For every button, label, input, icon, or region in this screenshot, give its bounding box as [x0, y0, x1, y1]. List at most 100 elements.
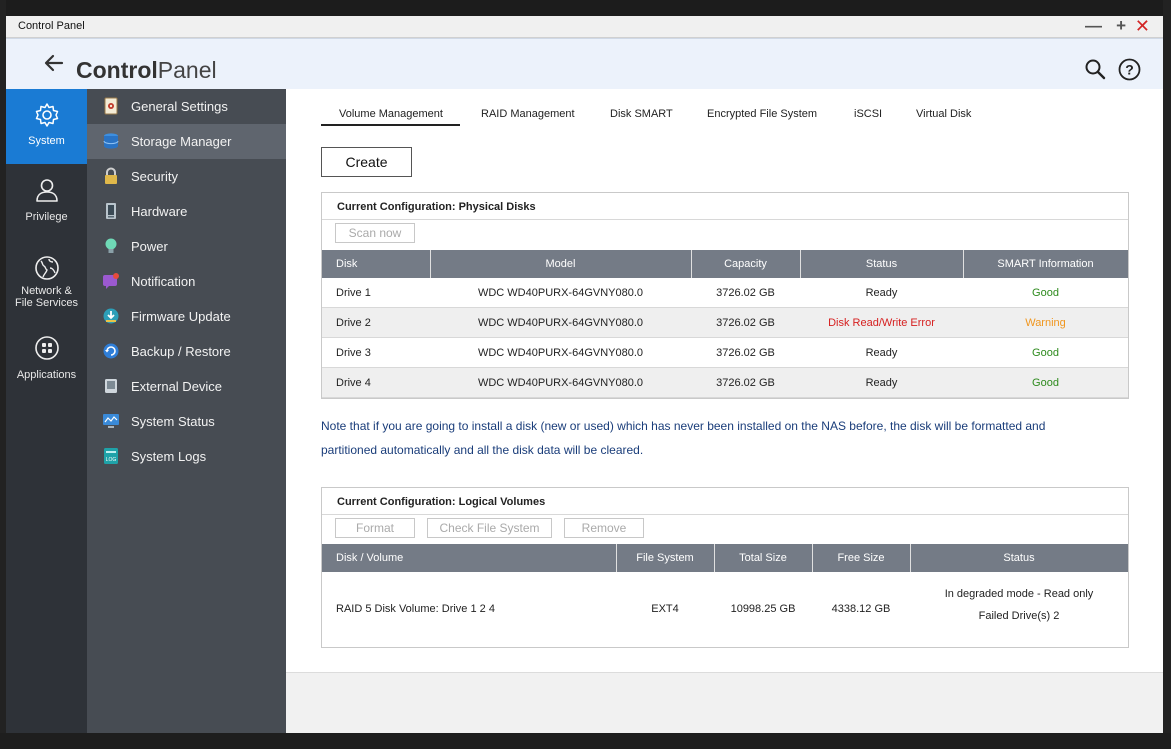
model-cell: WDC WD40PURX-64GVNY080.0 [477, 317, 644, 329]
file-system-cell: EXT4 [651, 603, 679, 615]
window-title: Control Panel [18, 20, 85, 32]
table-row[interactable]: Drive 3 WDC WD40PURX-64GVNY080.0 3726.02… [322, 338, 1128, 368]
sidebar-item-label: Hardware [131, 204, 188, 219]
smart-cell: Warning [1025, 317, 1066, 329]
status-cell: Ready [865, 377, 898, 389]
tab-encrypted-file-system[interactable]: Encrypted File System [707, 108, 817, 120]
sidebar-item-firmware-update[interactable]: Firmware Update [87, 299, 286, 334]
monitor-icon [103, 414, 119, 428]
sidebar-item-system-status[interactable]: System Status [87, 404, 286, 439]
database-icon [103, 133, 119, 149]
sidebar-item-system-logs[interactable]: LOG System Logs [87, 439, 286, 474]
smart-cell: Good [1032, 377, 1059, 389]
table-row[interactable]: Drive 1 WDC WD40PURX-64GVNY080.0 3726.02… [322, 278, 1128, 308]
column-header-free-size[interactable]: Free Size [812, 544, 910, 572]
sidebar-item-backup-restore[interactable]: Backup / Restore [87, 334, 286, 369]
tab-iscsi[interactable]: iSCSI [854, 108, 882, 120]
desktop-background-right [1163, 0, 1171, 749]
control-panel-window: Control Panel — + ✕ ControlPanel ? Syste… [6, 16, 1163, 733]
nav-item-applications[interactable]: Applications [6, 335, 87, 395]
capacity-cell: 3726.02 GB [716, 287, 775, 299]
sidebar-item-general-settings[interactable]: General Settings [87, 89, 286, 124]
tab-volume-management[interactable]: Volume Management [321, 108, 460, 126]
create-button[interactable]: Create [321, 147, 412, 177]
status-cell: Ready [865, 287, 898, 299]
back-arrow-icon[interactable] [40, 49, 68, 77]
sidebar-item-label: Backup / Restore [131, 344, 231, 359]
status-cell: Ready [865, 347, 898, 359]
nav-label-privilege: Privilege [25, 211, 68, 223]
logs-icon: LOG [104, 448, 118, 464]
sidebar-item-label: System Status [131, 414, 215, 429]
disk-format-note-line2: partitioned automatically and all the di… [321, 443, 644, 457]
column-header-disk-volume[interactable]: Disk / Volume [336, 544, 403, 572]
smart-cell: Good [1032, 347, 1059, 359]
volume-cell: RAID 5 Disk Volume: Drive 1 2 4 [336, 603, 495, 615]
svg-text:?: ? [1125, 62, 1134, 78]
external-device-icon [105, 379, 117, 393]
bulb-icon [105, 238, 117, 253]
gear-icon [35, 103, 58, 127]
app-brand: ControlPanel [76, 57, 217, 84]
logical-volumes-header: Disk / Volume File System Total Size Fre… [322, 544, 1128, 572]
hardware-icon [106, 203, 116, 219]
minimize-button[interactable]: — [1085, 17, 1102, 35]
sidebar-item-storage-manager[interactable]: Storage Manager [87, 124, 286, 159]
column-header-smart[interactable]: SMART Information [963, 250, 1128, 278]
free-size-cell: 4338.12 GB [831, 603, 891, 615]
column-header-file-system[interactable]: File System [616, 544, 714, 572]
sidebar-item-label: Firmware Update [131, 309, 231, 324]
column-header-total-size[interactable]: Total Size [714, 544, 812, 572]
column-header-model[interactable]: Model [430, 250, 691, 278]
sidebar-item-label: General Settings [131, 99, 228, 114]
search-icon[interactable] [1084, 58, 1106, 80]
desktop-background-bottom [0, 733, 1171, 749]
logical-volumes-title: Current Configuration: Logical Volumes [337, 496, 546, 508]
volume-row[interactable]: RAID 5 Disk Volume: Drive 1 2 4 EXT4 109… [322, 572, 1128, 647]
tab-virtual-disk[interactable]: Virtual Disk [916, 108, 971, 120]
sidebar-item-external-device[interactable]: External Device [87, 369, 286, 404]
secondary-sidebar: General Settings Storage Manager Securit… [87, 89, 286, 733]
remove-button[interactable]: Remove [564, 518, 644, 538]
tab-disk-smart[interactable]: Disk SMART [610, 108, 673, 120]
scan-now-button[interactable]: Scan now [335, 223, 415, 243]
column-header-status[interactable]: Status [800, 250, 963, 278]
nav-item-network[interactable]: Network & File Services [6, 255, 87, 319]
nav-label-network-line2: File Services [15, 297, 78, 309]
maximize-button[interactable]: + [1116, 17, 1126, 35]
backup-icon [103, 343, 119, 359]
nav-item-system[interactable]: System [6, 89, 87, 164]
column-header-volume-status[interactable]: Status [910, 544, 1128, 572]
firmware-icon [103, 308, 119, 324]
column-header-capacity[interactable]: Capacity [691, 250, 800, 278]
sidebar-item-hardware[interactable]: Hardware [87, 194, 286, 229]
tab-raid-management[interactable]: RAID Management [481, 108, 575, 120]
brand-bold: Control [76, 57, 158, 83]
column-header-disk[interactable]: Disk [336, 250, 357, 278]
apps-grid-icon [34, 336, 59, 360]
notification-icon [103, 273, 119, 289]
content-footer [286, 672, 1163, 733]
sidebar-item-notification[interactable]: Notification [87, 264, 286, 299]
sidebar-item-label: Power [131, 239, 168, 254]
title-bar: Control Panel — + ✕ [6, 16, 1163, 38]
nav-item-privilege[interactable]: Privilege [6, 177, 87, 237]
user-icon [35, 179, 58, 202]
sidebar-item-label: System Logs [131, 449, 207, 464]
format-button[interactable]: Format [335, 518, 415, 538]
main-content: Volume Management RAID Management Disk S… [286, 89, 1163, 733]
primary-sidebar: System Privilege Network & File Services [6, 89, 87, 733]
sidebar-item-security[interactable]: Security [87, 159, 286, 194]
check-file-system-button[interactable]: Check File System [427, 518, 552, 538]
nav-label-system: System [28, 135, 65, 147]
sidebar-item-label: Storage Manager [131, 134, 232, 149]
table-row[interactable]: Drive 4 WDC WD40PURX-64GVNY080.0 3726.02… [322, 368, 1128, 398]
table-row[interactable]: Drive 2 WDC WD40PURX-64GVNY080.0 3726.02… [322, 308, 1128, 338]
capacity-cell: 3726.02 GB [716, 377, 775, 389]
close-button[interactable]: ✕ [1135, 17, 1150, 35]
app-header: ControlPanel ? [6, 38, 1163, 89]
help-icon[interactable]: ? [1118, 58, 1141, 81]
smart-cell: Good [1032, 287, 1059, 299]
disk-cell: Drive 4 [336, 377, 371, 389]
sidebar-item-power[interactable]: Power [87, 229, 286, 264]
